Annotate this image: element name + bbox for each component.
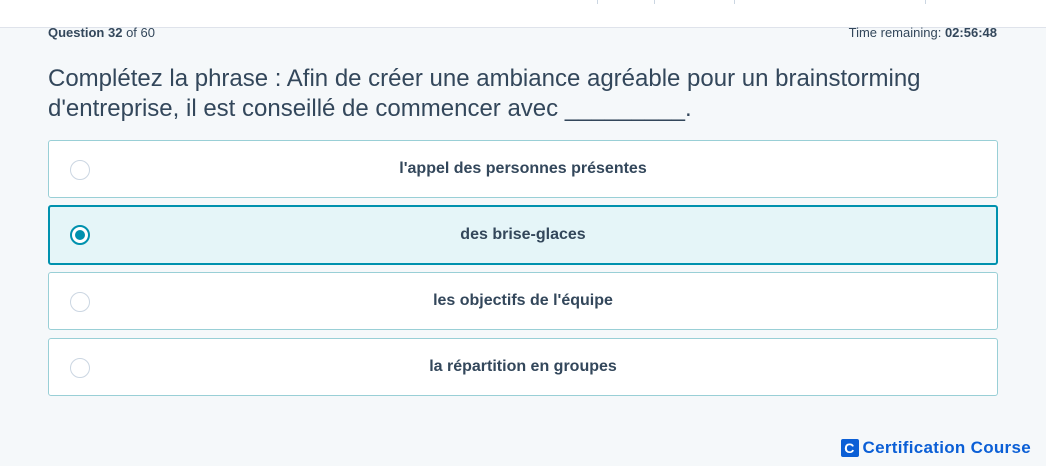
answer-option-4[interactable]: la répartition en groupes bbox=[48, 338, 998, 396]
brand-name: Certification Course bbox=[862, 438, 1031, 457]
answer-option-3[interactable]: les objectifs de l'équipe bbox=[48, 272, 998, 330]
answer-label: l'appel des personnes présentes bbox=[399, 160, 647, 177]
top-bar-divider bbox=[925, 0, 926, 4]
time-label: Time remaining: bbox=[848, 25, 942, 40]
top-bar-divider bbox=[597, 0, 598, 4]
question-text: Complétez la phrase : Afin de créer une … bbox=[48, 65, 921, 122]
question-number: 32 bbox=[107, 25, 123, 40]
answer-option-2[interactable]: des brise-glaces bbox=[48, 205, 998, 265]
answer-label: les objectifs de l'équipe bbox=[433, 292, 613, 309]
certification-course-logo-icon: C bbox=[840, 439, 859, 457]
brand-logo: C Certification Course bbox=[840, 438, 1031, 458]
time-remaining: Time remaining: 02:56:48 bbox=[849, 25, 997, 40]
answer-label: des brise-glaces bbox=[460, 226, 586, 243]
answer-option-1[interactable]: l'appel des personnes présentes bbox=[48, 140, 998, 198]
top-bar-divider bbox=[654, 0, 655, 4]
question-word: Question bbox=[48, 25, 105, 40]
question-counter: Question 32 of 60 bbox=[48, 25, 155, 40]
question-total: of 60 bbox=[126, 25, 155, 40]
answer-label: la répartition en groupes bbox=[429, 358, 617, 375]
time-value: 02:56:48 bbox=[944, 25, 997, 40]
top-bar bbox=[0, 0, 1046, 28]
top-bar-divider bbox=[734, 0, 735, 4]
